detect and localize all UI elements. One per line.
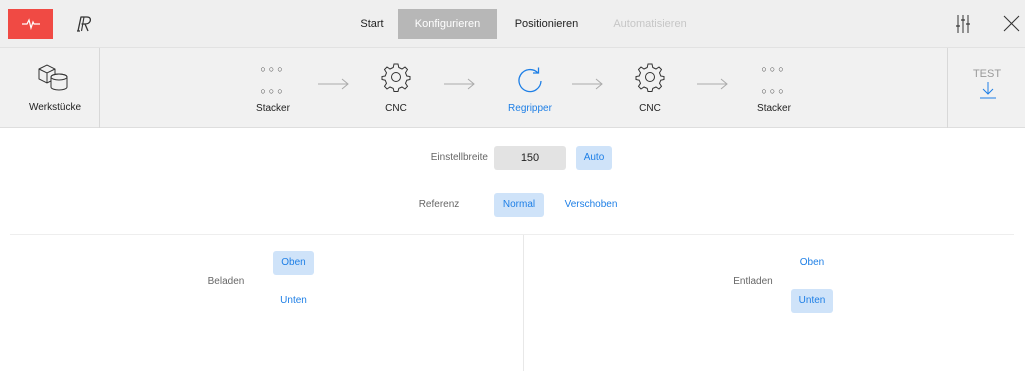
section-divider bbox=[10, 234, 1014, 235]
width-label: Einstellbreite bbox=[430, 152, 488, 163]
process-step-stacker-2[interactable]: ○○○ ○○○ Stacker bbox=[743, 48, 805, 128]
workpieces-button[interactable]: Werkstücke bbox=[10, 48, 100, 128]
tab-konfigurieren[interactable]: Konfigurieren bbox=[398, 9, 497, 39]
gear-icon bbox=[381, 62, 411, 92]
workpieces-icon bbox=[36, 62, 70, 92]
process-step-cnc-1[interactable]: CNC bbox=[366, 48, 426, 128]
load-top-button[interactable]: Oben bbox=[273, 251, 314, 275]
arrow-right-icon bbox=[697, 78, 729, 90]
process-bar: Werkstücke ○○○ ○○○ Stacker CNC Regripper bbox=[0, 48, 1025, 128]
load-label: Beladen bbox=[207, 276, 245, 287]
workpieces-label: Werkstücke bbox=[28, 102, 82, 113]
step-label: CNC bbox=[639, 103, 661, 114]
step-label: Stacker bbox=[757, 103, 791, 114]
reference-verschoben-button[interactable]: Verschoben bbox=[556, 193, 626, 217]
tab-automatisieren: Automatisieren bbox=[613, 18, 687, 30]
process-step-stacker-1[interactable]: ○○○ ○○○ Stacker bbox=[242, 48, 304, 128]
process-step-cnc-2[interactable]: CNC bbox=[620, 48, 680, 128]
column-divider bbox=[523, 235, 524, 371]
step-label: CNC bbox=[385, 103, 407, 114]
arrow-right-icon bbox=[318, 78, 350, 90]
tab-start[interactable]: Start bbox=[349, 9, 395, 39]
dots-grid-icon-lower: ○○○ bbox=[761, 86, 787, 96]
reference-label: Referenz bbox=[418, 199, 460, 210]
download-arrow-icon bbox=[979, 81, 997, 99]
main-tabs: Start Konfigurieren Positionieren Automa… bbox=[0, 9, 1025, 39]
unload-top-button[interactable]: Oben bbox=[791, 251, 833, 275]
step-label-active: Regripper bbox=[508, 103, 552, 114]
arrow-right-icon bbox=[572, 78, 604, 90]
test-label: TEST bbox=[972, 68, 1002, 80]
reference-normal-button[interactable]: Normal bbox=[494, 193, 544, 217]
top-bar: Start Konfigurieren Positionieren Automa… bbox=[0, 0, 1025, 47]
tab-positionieren[interactable]: Positionieren bbox=[503, 9, 590, 39]
sliders-icon[interactable] bbox=[955, 14, 971, 34]
auto-button[interactable]: Auto bbox=[576, 146, 612, 170]
arrow-right-icon bbox=[444, 78, 476, 90]
dots-grid-icon-lower: ○○○ bbox=[260, 86, 286, 96]
unload-bottom-button[interactable]: Unten bbox=[791, 289, 833, 313]
close-icon[interactable] bbox=[1003, 15, 1020, 32]
rotate-icon bbox=[516, 65, 544, 93]
test-button[interactable]: TEST bbox=[947, 48, 1025, 128]
dots-grid-icon: ○○○ bbox=[260, 64, 286, 74]
unload-label: Entladen bbox=[733, 276, 773, 287]
process-step-regripper[interactable]: Regripper bbox=[490, 48, 570, 128]
gear-icon bbox=[635, 62, 665, 92]
load-bottom-button[interactable]: Unten bbox=[273, 289, 314, 313]
step-label: Stacker bbox=[256, 103, 290, 114]
width-value-field[interactable]: 150 bbox=[494, 146, 566, 170]
dots-grid-icon: ○○○ bbox=[761, 64, 787, 74]
